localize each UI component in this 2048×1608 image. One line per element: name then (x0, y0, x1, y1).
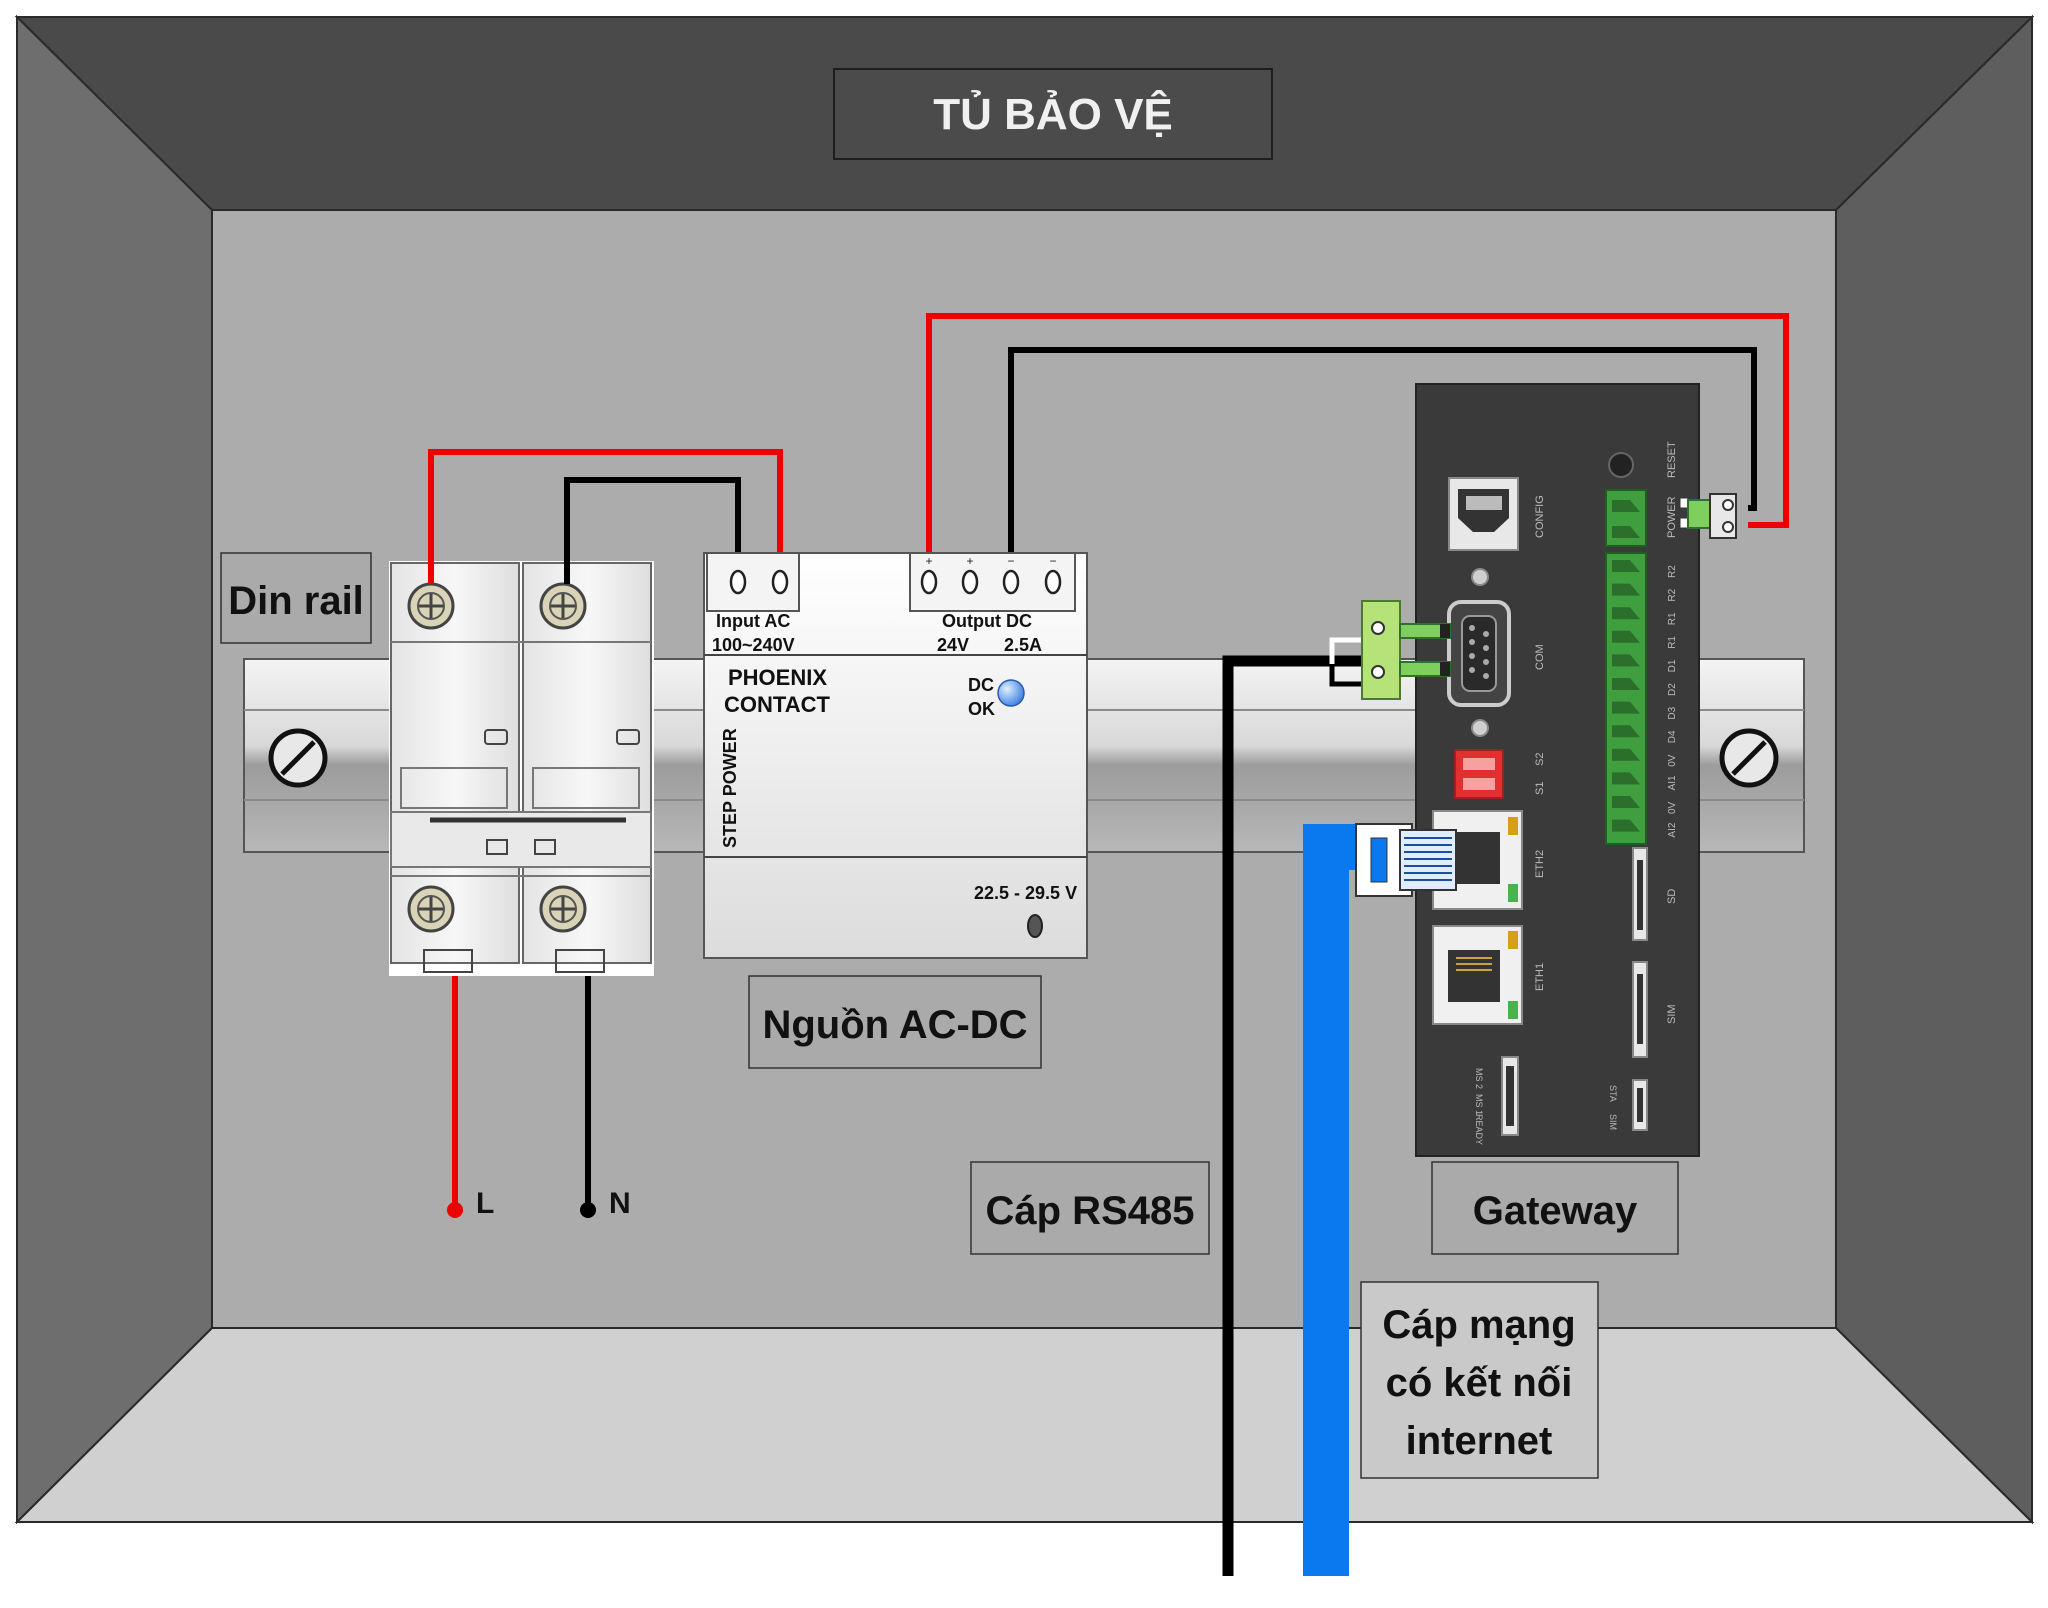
psu-plus-mark: + (925, 554, 932, 568)
eth1-port-icon (1432, 925, 1523, 1025)
reset-button-icon (1608, 452, 1634, 478)
io-terminal-label: D1 (1667, 659, 1678, 672)
io-terminal-label: D4 (1667, 730, 1678, 743)
psu-minus-mark: − (1007, 554, 1014, 568)
io-terminal-label: AI1 (1667, 775, 1678, 790)
psu-brand-line2: CONTACT (724, 692, 830, 717)
power-terminal-block-icon (1605, 489, 1647, 547)
psu-output-voltage: 24V (937, 635, 969, 655)
gw-sta-label: STA (1608, 1085, 1618, 1102)
gw-s2-label: S2 (1534, 753, 1546, 766)
breaker-screw-icon (407, 885, 455, 933)
caption-power-supply: Nguồn AC-DC (748, 975, 1042, 1069)
gw-ready-label: READY (1474, 1114, 1484, 1145)
caption-rs485-cable: Cáp RS485 (970, 1161, 1210, 1255)
neutral-terminal-dot (580, 1202, 596, 1218)
io-terminal-label: 0V (1667, 801, 1678, 814)
config-usb-port-icon (1448, 477, 1519, 551)
gw-ms1-label: MS 1 (1474, 1094, 1484, 1115)
psu-output-current: 2.5A (1004, 635, 1042, 655)
gw-indicator-led-icon (1471, 568, 1489, 586)
caption-network-cable-line3: internet (1406, 1419, 1553, 1463)
rail-screw-right-icon (1719, 728, 1779, 788)
caption-gateway-text: Gateway (1473, 1189, 1638, 1233)
psu-status-line2: OK (968, 699, 995, 719)
gw-eth1-label: ETH1 (1534, 963, 1546, 991)
live-terminal-label: L (476, 1187, 494, 1220)
io-terminal-label: R1 (1667, 612, 1678, 625)
psu-series-label: STEP POWER (720, 728, 740, 848)
gw-ms2-label: MS 2 (1474, 1068, 1484, 1089)
caption-network-cable: Cáp mạng có kết nối internet (1360, 1281, 1599, 1479)
cabinet-right-wall (1835, 14, 2033, 1525)
cabinet-title: TỦ BẢO VỆ (933, 88, 1173, 139)
breaker-screw-icon (407, 582, 455, 630)
circuit-breaker (389, 561, 654, 976)
gw-sim-label: SIM (1666, 1004, 1678, 1024)
io-terminal-label: R2 (1667, 588, 1678, 601)
psu-brand-line1: PHOENIX (728, 665, 827, 690)
gw-sim-led-label: SIM (1608, 1114, 1618, 1130)
psu-adjust-potentiometer-icon (1027, 914, 1043, 938)
gw-sd-label: SD (1666, 889, 1678, 904)
caption-network-cable-line2: có kết nối (1386, 1361, 1573, 1405)
power-supply: + + − − Input AC 100~240V Output DC 24V … (703, 552, 1088, 959)
gw-config-label: CONFIG (1534, 495, 1546, 538)
psu-minus-mark: − (1049, 554, 1056, 568)
psu-plus-mark: + (966, 554, 973, 568)
psu-status-line1: DC (968, 675, 994, 695)
psu-adjust-range: 22.5 - 29.5 V (974, 883, 1077, 903)
caption-network-cable-line1: Cáp mạng (1382, 1303, 1575, 1347)
io-terminal-label: R2 (1667, 565, 1678, 578)
neutral-terminal-label: N (609, 1187, 631, 1220)
cabinet-title-plate: TỦ BẢO VỆ (833, 68, 1273, 160)
gw-indicator-led-icon (1471, 719, 1489, 737)
io-terminal-label: D3 (1667, 706, 1678, 719)
gw-power-label: POWER (1666, 496, 1678, 538)
io-terminal-label: 0V (1667, 754, 1678, 767)
live-terminal-dot (447, 1202, 463, 1218)
psu-input-label: Input AC (716, 611, 790, 631)
gw-com-label: COM (1534, 644, 1546, 670)
io-terminal-label: R1 (1667, 636, 1678, 649)
com-db9-port-icon (1447, 600, 1511, 707)
psu-output-label: Output DC (942, 611, 1032, 631)
io-terminal-label: AI2 (1667, 822, 1678, 837)
gw-s1-label: S1 (1534, 782, 1546, 795)
caption-din-rail-text: Din rail (228, 579, 364, 623)
rj45-plug-icon (1355, 823, 1457, 897)
cabinet-left-wall (16, 14, 213, 1525)
io-terminal-label: D2 (1667, 683, 1678, 696)
caption-din-rail: Din rail (220, 552, 372, 644)
caption-power-supply-text: Nguồn AC-DC (762, 1003, 1027, 1047)
dc-ok-led-icon (997, 679, 1025, 707)
gw-reset-label: RESET (1666, 441, 1678, 478)
gw-eth2-label: ETH2 (1534, 850, 1546, 878)
psu-input-range: 100~240V (712, 635, 795, 655)
caption-gateway: Gateway (1431, 1161, 1679, 1255)
breaker-screw-icon (539, 885, 587, 933)
cabinet-floor (14, 1327, 2035, 1523)
rail-screw-left-icon (268, 728, 328, 788)
dip-switch-icon (1454, 749, 1504, 799)
breaker-screw-icon (539, 582, 587, 630)
gateway-device: CONFIG COM S1 S2 ETH2 ETH1 MS 2 MS 1 REA… (1415, 383, 1700, 1157)
caption-rs485-cable-text: Cáp RS485 (986, 1189, 1195, 1233)
